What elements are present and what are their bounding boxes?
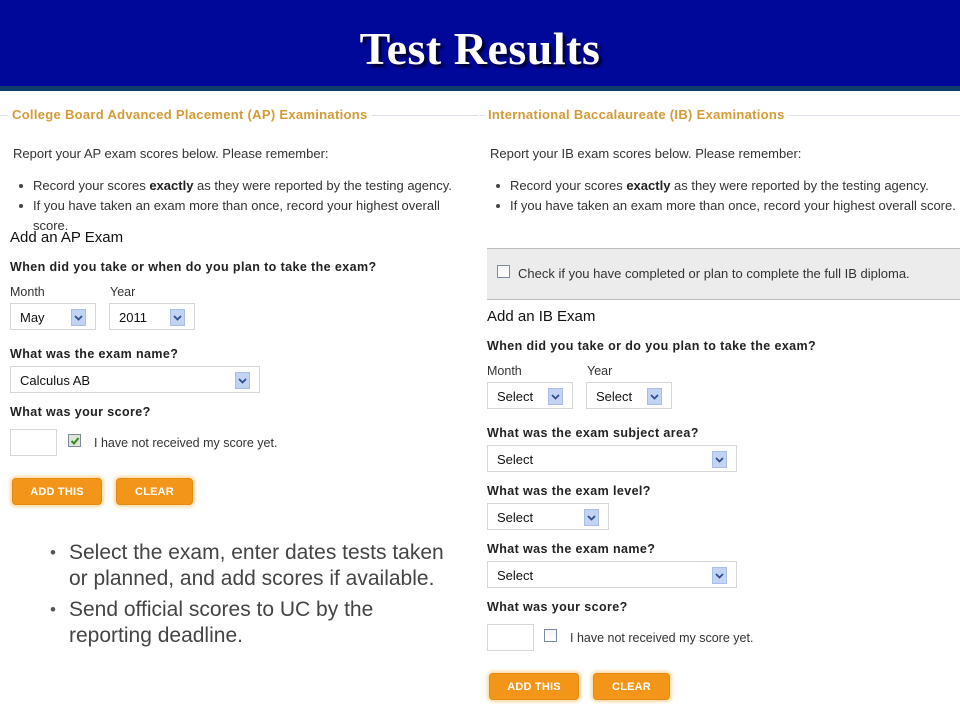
- ap-month-select[interactable]: May: [10, 303, 96, 330]
- rule-item: Record your scores exactly as they were …: [11, 176, 478, 196]
- rule-item: Record your scores exactly as they were …: [488, 176, 960, 196]
- checkmark-icon: [70, 437, 80, 445]
- ap-intro: Report your AP exam scores below. Please…: [13, 146, 329, 161]
- ib-month-select[interactable]: Select: [487, 382, 573, 409]
- chevron-down-icon[interactable]: [548, 388, 563, 405]
- ap-add-heading: Add an AP Exam: [10, 229, 124, 246]
- ib-year-label: Year: [587, 364, 613, 378]
- ap-not-received-checkbox[interactable]: [68, 434, 81, 447]
- ib-level-value: Select: [497, 510, 534, 525]
- ib-add-heading: Add an IB Exam: [487, 308, 596, 325]
- ib-not-received-checkbox[interactable]: [544, 629, 557, 642]
- ib-not-received-label: I have not received my score yet.: [570, 631, 754, 645]
- ap-year-value: 2011: [119, 310, 147, 325]
- slide-title: Test Results: [359, 23, 601, 74]
- ib-year-value: Select: [596, 389, 633, 404]
- ap-month-value: May: [20, 310, 45, 325]
- rule-item: If you have taken an exam more than once…: [488, 196, 960, 216]
- ap-month-label: Month: [10, 285, 45, 299]
- rule-text: If you have taken an exam more than once…: [510, 198, 956, 213]
- ib-subject-select[interactable]: Select: [487, 445, 737, 472]
- ib-level-question: What was the exam level?: [487, 484, 651, 498]
- note-item: • Send official scores to UC by the repor…: [48, 597, 448, 649]
- ib-diploma-label: Check if you have completed or plan to c…: [518, 266, 910, 281]
- note-text: Send official scores to UC by the report…: [69, 598, 374, 647]
- ap-legend-title: College Board Advanced Placement (AP) Ex…: [8, 107, 372, 122]
- rule-text: as they were reported by the testing age…: [193, 178, 452, 193]
- ib-level-select[interactable]: Select: [487, 503, 609, 530]
- ap-panel: College Board Advanced Placement (AP) Ex…: [0, 100, 478, 236]
- bullet-icon: •: [50, 543, 56, 562]
- ib-clear-button[interactable]: CLEAR: [593, 673, 670, 700]
- chevron-down-icon[interactable]: [170, 309, 185, 326]
- chevron-down-icon[interactable]: [712, 567, 727, 584]
- note-item: • Select the exam, enter dates tests take…: [48, 540, 448, 592]
- ap-clear-button[interactable]: CLEAR: [116, 478, 193, 505]
- slide-notes: • Select the exam, enter dates tests take…: [48, 540, 448, 654]
- ap-exam-name-value: Calculus AB: [20, 373, 91, 388]
- ib-when-question: When did you take or do you plan to take…: [487, 339, 817, 353]
- ib-legend-title: International Baccalaureate (IB) Examina…: [484, 107, 789, 122]
- ib-name-question: What was the exam name?: [487, 542, 656, 556]
- ib-subject-question: What was the exam subject area?: [487, 426, 699, 440]
- ap-legend: College Board Advanced Placement (AP) Ex…: [0, 100, 478, 130]
- bullet-icon: [19, 204, 23, 208]
- chevron-down-icon[interactable]: [235, 372, 250, 389]
- ap-score-question: What was your score?: [10, 405, 151, 419]
- rule-text: If you have taken an exam more than once…: [33, 198, 440, 233]
- ib-month-value: Select: [497, 389, 534, 404]
- ap-year-select[interactable]: 2011: [109, 303, 195, 330]
- ib-rules-list: Record your scores exactly as they were …: [480, 176, 960, 216]
- bullet-icon: [496, 184, 500, 188]
- ap-not-received-label: I have not received my score yet.: [94, 436, 278, 450]
- ib-exam-name-select[interactable]: Select: [487, 561, 737, 588]
- ap-exam-name-select[interactable]: Calculus AB: [10, 366, 260, 393]
- chevron-down-icon[interactable]: [647, 388, 662, 405]
- ib-exam-name-value: Select: [497, 568, 534, 583]
- bullet-icon: [496, 204, 500, 208]
- chevron-down-icon[interactable]: [712, 451, 727, 468]
- ap-year-label: Year: [110, 285, 136, 299]
- ib-score-question: What was your score?: [487, 600, 628, 614]
- rule-text: Record your scores: [510, 178, 627, 193]
- bullet-icon: [19, 184, 23, 188]
- note-text: Select the exam, enter dates tests taken…: [69, 541, 444, 590]
- bullet-icon: •: [50, 600, 56, 619]
- chevron-down-icon[interactable]: [71, 309, 86, 326]
- ib-add-this-button[interactable]: ADD THIS: [489, 673, 579, 700]
- ib-subject-value: Select: [497, 452, 534, 467]
- slide-header: Test Results: [0, 0, 960, 86]
- ib-year-select[interactable]: Select: [586, 382, 672, 409]
- ib-score-input[interactable]: [487, 624, 534, 651]
- ib-diploma-checkbox[interactable]: [497, 265, 510, 278]
- ib-intro: Report your IB exam scores below. Please…: [490, 146, 802, 161]
- rule-emphasis: exactly: [626, 178, 671, 193]
- ib-diploma-box: Check if you have completed or plan to c…: [487, 248, 960, 300]
- ib-panel: International Baccalaureate (IB) Examina…: [480, 100, 960, 216]
- chevron-down-icon[interactable]: [584, 509, 599, 526]
- ib-legend: International Baccalaureate (IB) Examina…: [480, 100, 960, 130]
- rule-emphasis: exactly: [149, 178, 194, 193]
- ap-name-question: What was the exam name?: [10, 347, 179, 361]
- ap-add-this-button[interactable]: ADD THIS: [12, 478, 102, 505]
- ap-when-question: When did you take or when do you plan to…: [10, 260, 377, 274]
- rule-text: Record your scores: [33, 178, 150, 193]
- ib-month-label: Month: [487, 364, 522, 378]
- ap-rules-list: Record your scores exactly as they were …: [0, 176, 478, 236]
- header-divider: [0, 86, 960, 91]
- ap-score-input[interactable]: [10, 429, 57, 456]
- rule-text: as they were reported by the testing age…: [670, 178, 929, 193]
